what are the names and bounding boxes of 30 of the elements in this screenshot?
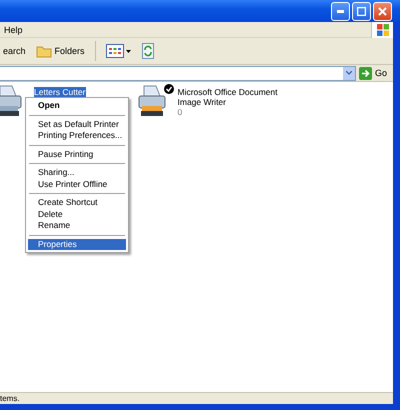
flag-logo-icon	[376, 24, 388, 36]
minimize-icon	[337, 10, 344, 12]
minimize-button[interactable]	[331, 2, 350, 20]
search-button[interactable]: earch	[0, 40, 29, 62]
printer-name[interactable]: Microsoft Office Document	[178, 87, 278, 97]
status-text: tems.	[0, 392, 393, 404]
maximize-icon	[357, 6, 366, 16]
dropdown-button[interactable]	[342, 66, 355, 80]
printer-name[interactable]: Image Writer	[178, 97, 226, 107]
document-count: 0	[178, 107, 184, 117]
menu-item[interactable]: Printing Preferences...	[28, 130, 126, 142]
menu-item[interactable]: Set as Default Printer	[28, 118, 126, 130]
menu-item[interactable]: Open	[28, 100, 126, 112]
maximize-button[interactable]	[352, 2, 371, 20]
close-icon	[378, 6, 387, 16]
menu-item[interactable]: Sharing...	[28, 167, 126, 178]
menu-item[interactable]: Delete	[28, 208, 126, 220]
menu-item[interactable]: Pause Printing	[28, 148, 126, 160]
menu-item[interactable]: Rename	[28, 220, 126, 232]
menu-item[interactable]: Help	[3, 24, 24, 34]
folder-icon	[36, 44, 52, 58]
close-button[interactable]	[373, 2, 392, 20]
menu-item[interactable]: Properties	[28, 238, 126, 250]
caret-icon	[346, 71, 352, 75]
menu-item[interactable]: Use Printer Offline	[28, 178, 126, 190]
folders-button[interactable]: Folders	[32, 40, 88, 62]
printer-name[interactable]: Letters Cutter	[34, 87, 86, 97]
go-button[interactable]: Go	[358, 66, 387, 80]
menu-item[interactable]: Create Shortcut	[28, 197, 126, 208]
address-field[interactable]	[0, 66, 356, 80]
